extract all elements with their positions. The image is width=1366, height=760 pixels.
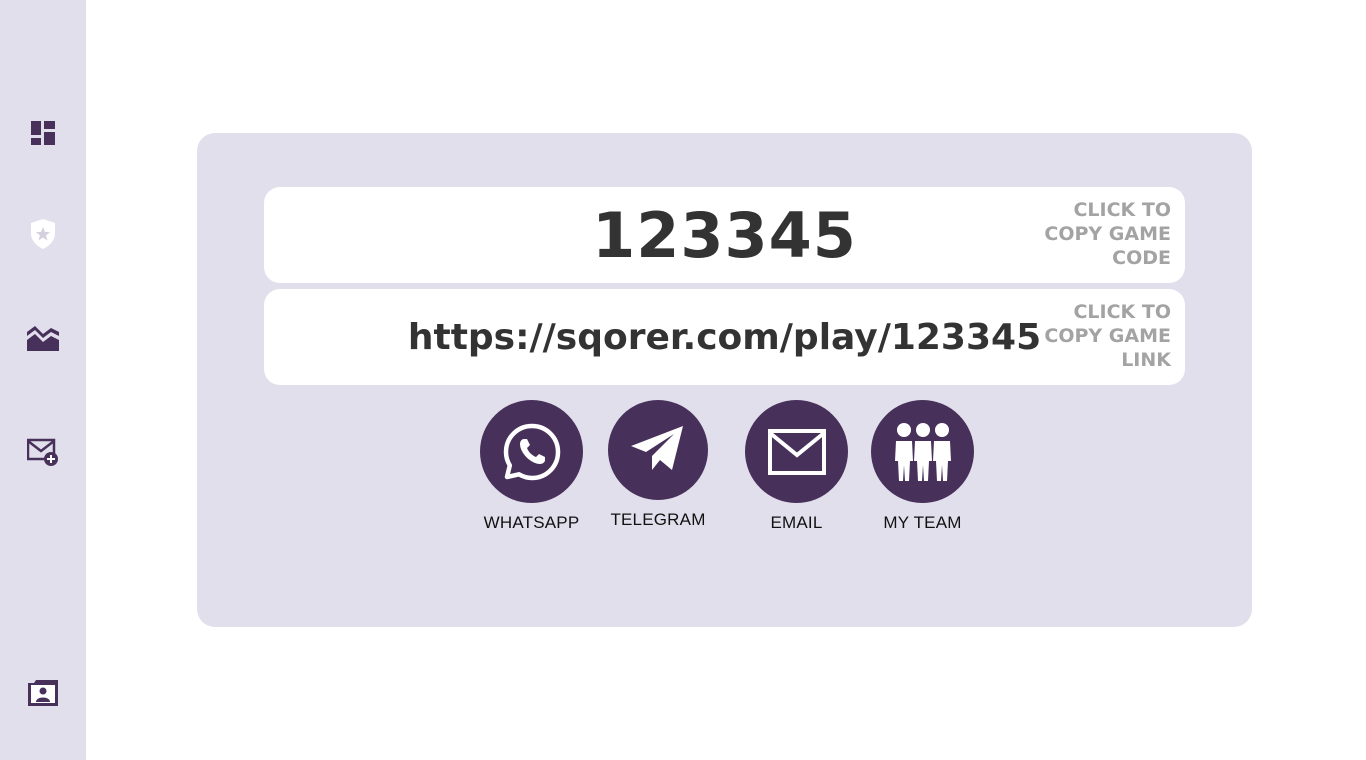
- email-label: EMAIL: [770, 513, 823, 532]
- copy-game-code-hint[interactable]: CLICK TO COPY GAME CODE: [1031, 198, 1171, 270]
- telegram-share-button[interactable]: TELEGRAM: [608, 400, 708, 530]
- whatsapp-share-button[interactable]: WHATSAPP: [480, 400, 583, 533]
- email-icon[interactable]: [745, 400, 848, 503]
- telegram-label: TELEGRAM: [610, 510, 706, 529]
- shield-star-icon[interactable]: [27, 218, 59, 250]
- email-share-button[interactable]: EMAIL: [745, 400, 848, 533]
- telegram-icon[interactable]: [608, 400, 708, 500]
- game-link-card[interactable]: https://sqorer.com/play/123345 CLICK TO …: [264, 289, 1185, 385]
- team-icon[interactable]: [871, 400, 974, 503]
- game-code-card[interactable]: 123345 CLICK TO COPY GAME CODE: [264, 187, 1185, 283]
- whatsapp-icon[interactable]: [480, 400, 583, 503]
- contact-folder-icon[interactable]: [27, 677, 59, 709]
- my-team-label: MY TEAM: [883, 513, 962, 532]
- my-team-share-button[interactable]: MY TEAM: [871, 400, 974, 533]
- area-chart-icon[interactable]: [27, 321, 59, 353]
- copy-game-link-hint[interactable]: CLICK TO COPY GAME LINK: [1031, 300, 1171, 372]
- dashboard-icon[interactable]: [27, 117, 59, 149]
- mail-add-icon[interactable]: [27, 436, 59, 468]
- whatsapp-label: WHATSAPP: [483, 513, 580, 532]
- share-game-panel: 123345 CLICK TO COPY GAME CODE https://s…: [197, 133, 1252, 627]
- sidebar: [0, 0, 86, 760]
